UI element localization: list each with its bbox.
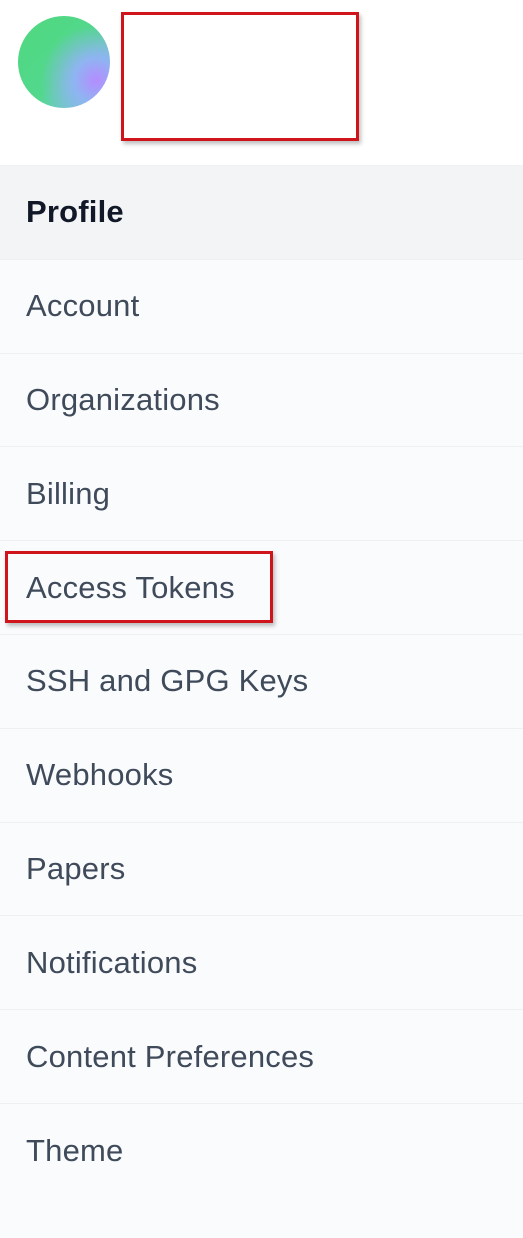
- avatar[interactable]: [18, 16, 110, 108]
- sidebar-item-label: Content Preferences: [26, 1038, 315, 1074]
- sidebar-item-papers[interactable]: Papers: [0, 823, 523, 917]
- redacted-username-box: [121, 12, 359, 141]
- sidebar-item-label: Notifications: [26, 944, 198, 980]
- sidebar-item-billing[interactable]: Billing: [0, 447, 523, 542]
- sidebar-item-label: Papers: [26, 850, 126, 886]
- settings-sidebar: Profile Account Organizations Billing Ac…: [0, 166, 523, 1238]
- sidebar-item-label: Webhooks: [26, 757, 174, 793]
- sidebar-item-profile[interactable]: Profile: [0, 166, 523, 260]
- sidebar-item-label: Theme: [26, 1132, 124, 1168]
- sidebar-item-webhooks[interactable]: Webhooks: [0, 729, 523, 823]
- sidebar-item-account[interactable]: Account: [0, 260, 523, 354]
- sidebar-item-access-tokens[interactable]: Access Tokens: [0, 541, 523, 635]
- sidebar-item-label: Account: [26, 288, 140, 324]
- sidebar-item-label: Organizations: [26, 381, 220, 417]
- sidebar-item-ssh-gpg-keys[interactable]: SSH and GPG Keys: [0, 635, 523, 729]
- user-header: [0, 0, 523, 166]
- sidebar-item-content-preferences[interactable]: Content Preferences: [0, 1010, 523, 1104]
- sidebar-item-organizations[interactable]: Organizations: [0, 354, 523, 448]
- sidebar-item-label: Billing: [26, 475, 111, 511]
- sidebar-item-theme[interactable]: Theme: [0, 1104, 523, 1198]
- sidebar-item-label: Access Tokens: [26, 569, 235, 605]
- sidebar-item-label: SSH and GPG Keys: [26, 663, 309, 699]
- sidebar-item-label: Profile: [26, 194, 124, 230]
- sidebar-item-notifications[interactable]: Notifications: [0, 916, 523, 1011]
